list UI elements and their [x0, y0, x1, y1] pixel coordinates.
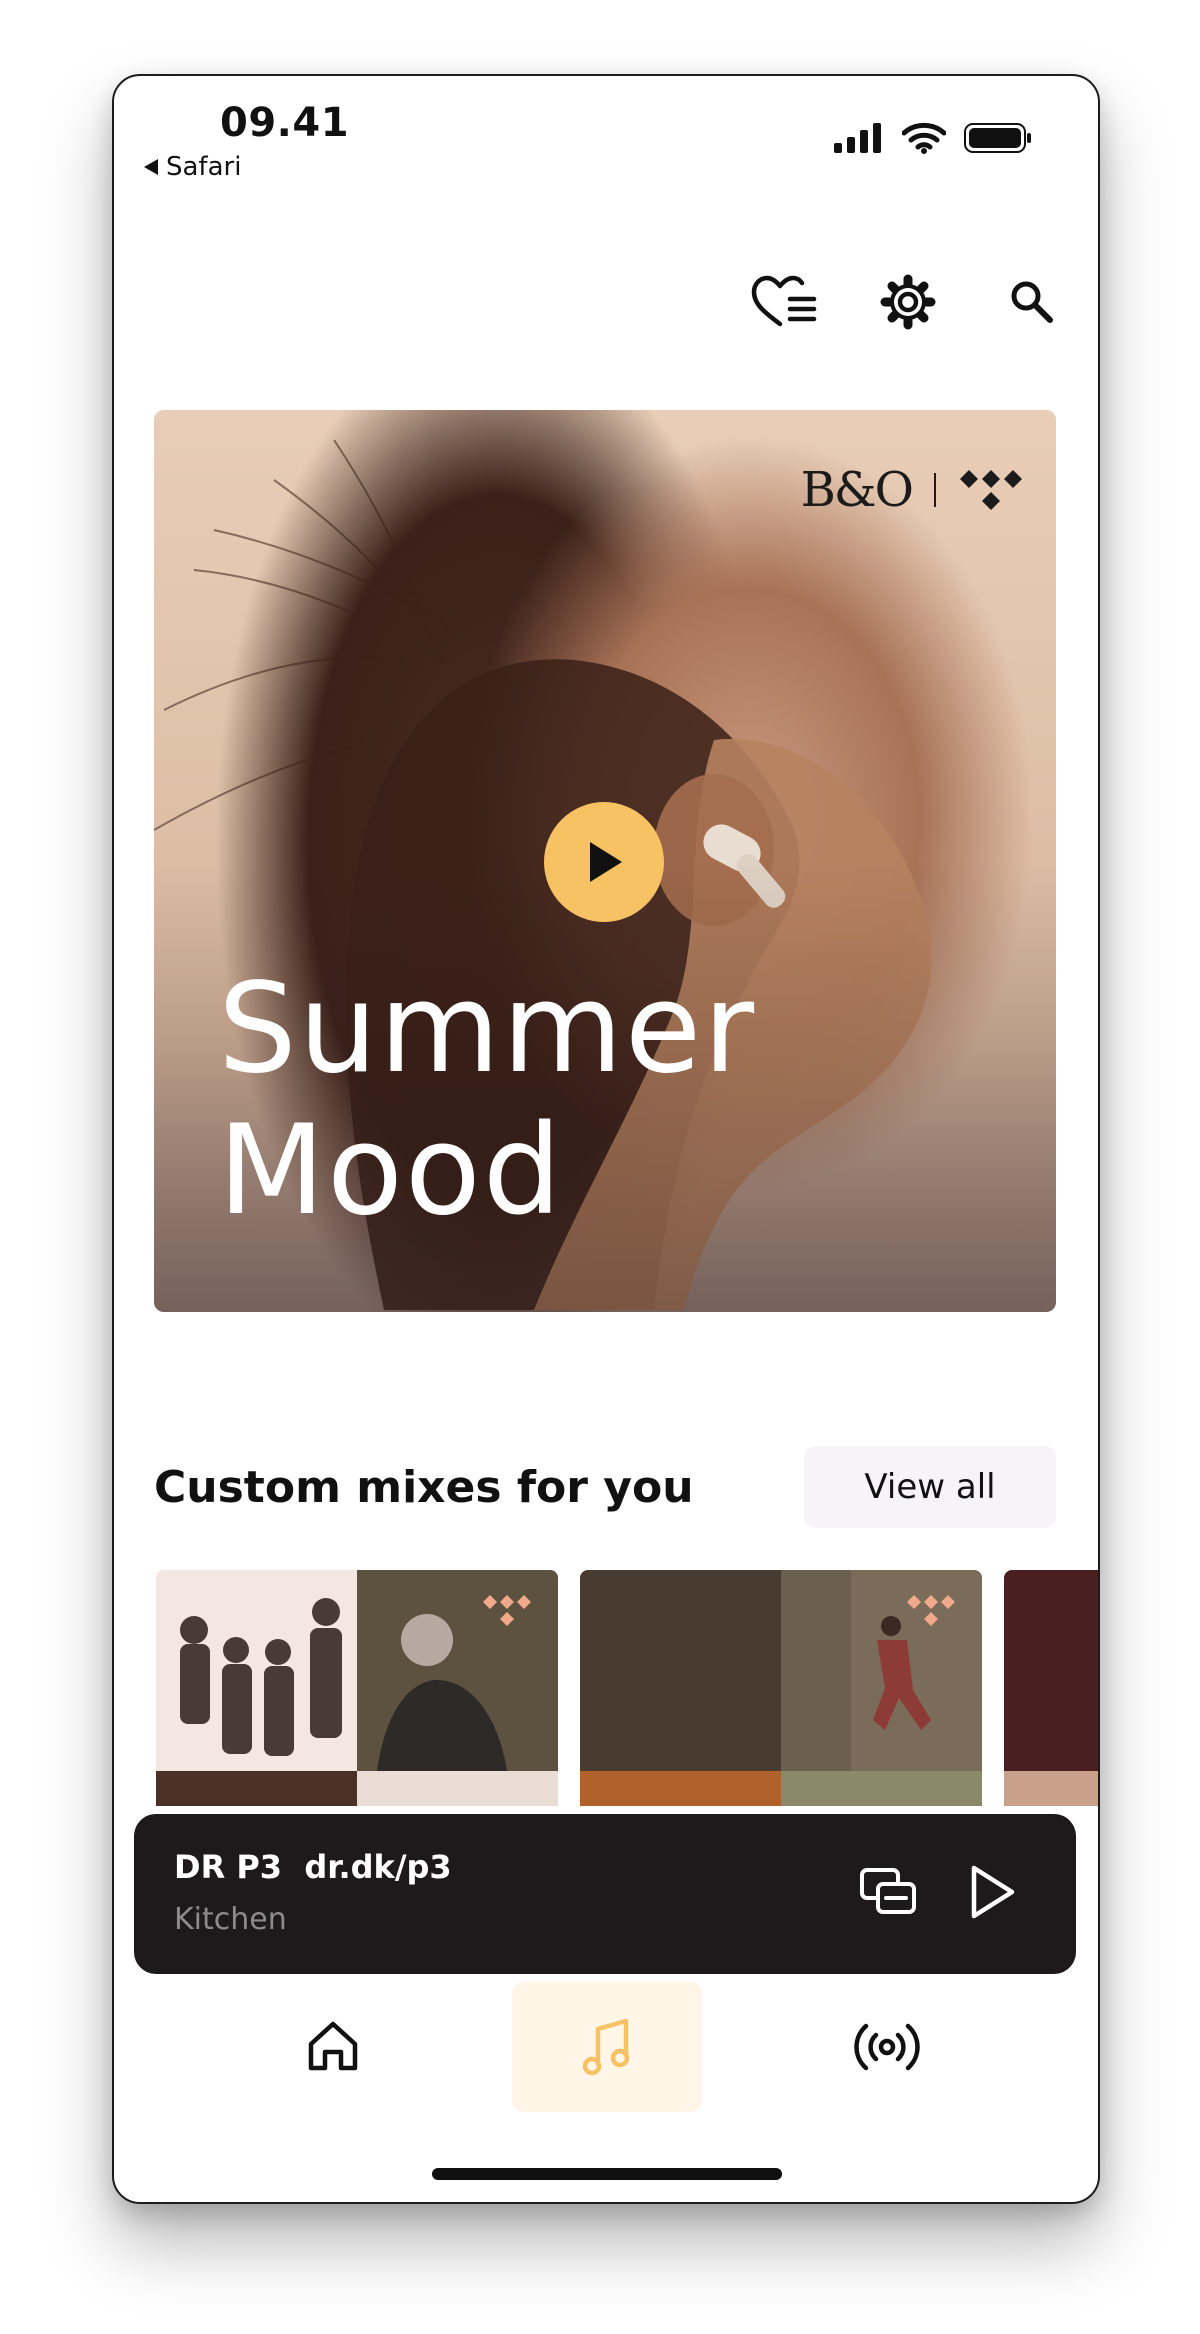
band-photo-image	[180, 1598, 342, 1756]
status-icons	[834, 122, 1032, 154]
mix-card[interactable]	[1004, 1570, 1098, 1806]
mix-cover-tile	[781, 1570, 982, 1771]
player-room-label: Kitchen	[174, 1902, 287, 1937]
hero-logos: B&O	[801, 466, 1024, 514]
music-note-icon	[582, 2018, 630, 2076]
screen: 09.41 Safari B&O Summer Mood Custom mixe…	[0, 0, 1200, 2334]
nav-music[interactable]	[512, 1982, 702, 2112]
mix-cover-tile	[1004, 1771, 1098, 1806]
player-station-title: DR P3 dr.dk/p3	[174, 1848, 452, 1886]
mix-cover-tile	[580, 1771, 781, 1806]
status-time: 09.41	[220, 100, 350, 146]
hero-play-button[interactable]	[544, 802, 664, 922]
player-devices-button[interactable]	[858, 1864, 918, 1924]
mix-cover-tile	[156, 1771, 357, 1806]
signal-icon	[834, 123, 881, 153]
radio-broadcast-icon	[854, 2023, 920, 2071]
favorites-list-button[interactable]	[748, 266, 820, 338]
mix-card[interactable]	[580, 1570, 982, 1806]
gear-icon	[880, 274, 936, 330]
back-triangle-icon	[144, 159, 158, 175]
hero-title-line2: Mood	[218, 1099, 564, 1243]
settings-button[interactable]	[872, 266, 944, 338]
hero-playlist-card[interactable]: B&O Summer Mood	[154, 410, 1056, 1312]
logo-divider	[934, 473, 936, 507]
search-button[interactable]	[996, 266, 1068, 338]
mix-cover-tile	[781, 1771, 982, 1806]
mix-cover-tile	[580, 1570, 781, 1771]
hero-title: Summer Mood	[218, 958, 756, 1242]
hero-title-line1: Summer	[218, 957, 757, 1101]
top-actions	[748, 266, 1068, 338]
devices-icon	[860, 1868, 916, 1914]
nav-radio[interactable]	[792, 1982, 982, 2112]
back-to-safari[interactable]: Safari	[144, 152, 241, 182]
section-title-custom-mixes: Custom mixes for you	[154, 1462, 694, 1513]
play-outline-icon	[971, 1865, 1015, 1919]
tidal-logo	[960, 470, 1022, 510]
favorites-list-icon	[751, 275, 817, 327]
mix-cover-tile	[1004, 1570, 1098, 1771]
tidal-badge-icon	[907, 1595, 955, 1626]
play-icon	[590, 842, 622, 882]
mix-cover-tile	[156, 1570, 357, 1771]
battery-icon	[964, 123, 1031, 153]
search-icon	[1011, 281, 1053, 323]
player-play-button[interactable]	[968, 1864, 1016, 1924]
bang-olufsen-logo: B&O	[800, 462, 914, 518]
mini-player[interactable]: DR P3 dr.dk/p3 Kitchen	[134, 1814, 1076, 1974]
nav-home[interactable]	[238, 1982, 428, 2112]
phone-frame: 09.41 Safari B&O Summer Mood Custom mixe…	[112, 74, 1100, 2204]
mix-cover-tile	[357, 1771, 558, 1806]
mix-cover-tile	[357, 1570, 558, 1771]
view-all-button[interactable]: View all	[804, 1446, 1056, 1528]
wifi-icon	[902, 122, 946, 154]
mix-card[interactable]	[156, 1570, 558, 1806]
home-icon	[308, 2021, 358, 2071]
custom-mixes-carousel[interactable]	[156, 1570, 1098, 1806]
tidal-badge-icon	[483, 1595, 531, 1626]
back-app-label: Safari	[166, 152, 242, 182]
home-indicator[interactable]	[432, 2168, 782, 2180]
